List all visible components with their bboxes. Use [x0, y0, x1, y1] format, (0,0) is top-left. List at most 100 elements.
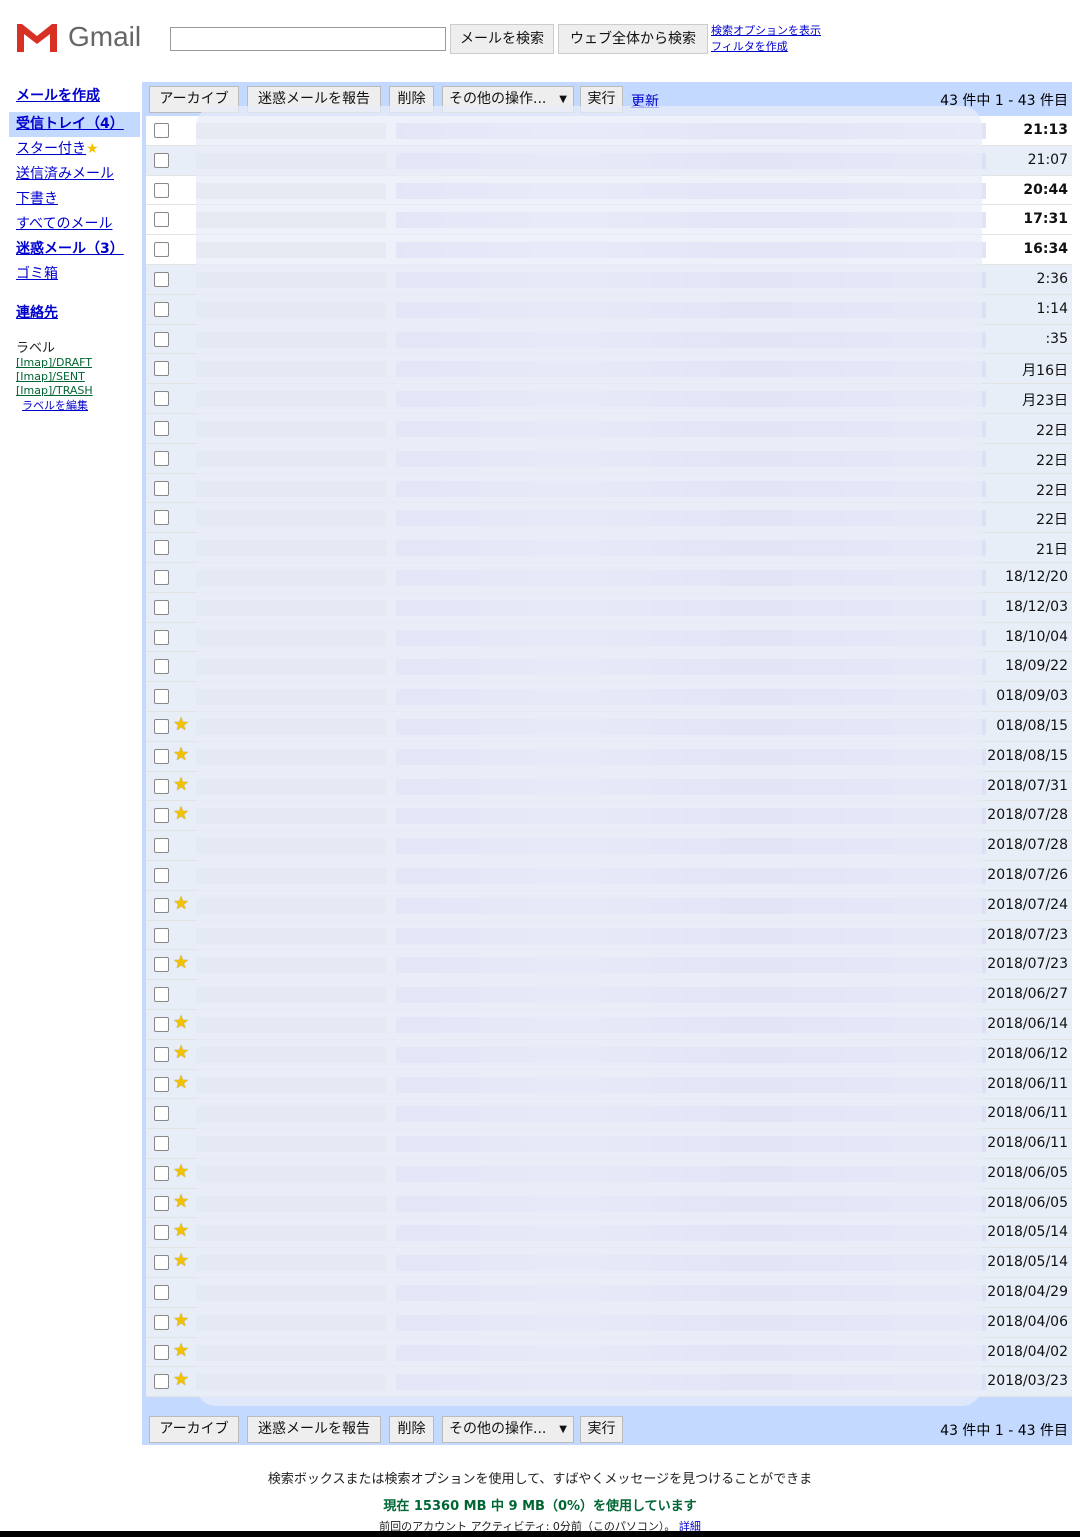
select-checkbox[interactable] — [154, 450, 169, 466]
email-row[interactable]: 2018/06/11 — [146, 1129, 1072, 1159]
email-row[interactable]: 2018/07/23 — [146, 920, 1072, 951]
sidebar-item-starred[interactable]: スター付き — [16, 141, 86, 157]
email-row[interactable]: 18/10/04 — [146, 622, 1072, 653]
select-checkbox[interactable] — [154, 123, 169, 138]
select-checkbox[interactable] — [154, 1255, 169, 1271]
label-imap-trash[interactable]: [Imap]/TRASH — [0, 384, 140, 398]
select-checkbox[interactable] — [154, 867, 169, 883]
email-row[interactable]: 018/09/03 — [146, 682, 1072, 712]
star-icon[interactable]: ★ — [173, 1310, 189, 1331]
select-checkbox[interactable] — [154, 1344, 169, 1360]
select-checkbox[interactable] — [154, 748, 169, 764]
report-spam-button[interactable]: 迷惑メールを報告 — [247, 86, 381, 113]
select-checkbox[interactable] — [154, 1165, 169, 1181]
more-actions-select-bottom[interactable]: その他の操作... ▼ — [442, 1416, 574, 1443]
select-checkbox[interactable] — [154, 361, 169, 377]
email-row[interactable]: ★ 2018/07/28 — [146, 801, 1072, 832]
email-row[interactable]: 2018/04/29 — [146, 1278, 1072, 1308]
search-mail-button[interactable]: メールを検索 — [450, 24, 554, 54]
select-checkbox[interactable] — [154, 808, 169, 824]
email-row[interactable]: 2018/07/26 — [146, 860, 1072, 891]
select-checkbox[interactable] — [154, 1046, 169, 1062]
delete-button[interactable]: 削除 — [389, 86, 434, 113]
email-row[interactable]: ★ 2018/06/14 — [146, 1009, 1072, 1040]
email-row[interactable]: ★ 2018/04/06 — [146, 1307, 1072, 1338]
select-checkbox[interactable] — [154, 778, 169, 794]
sidebar-item-spam[interactable]: 迷惑メール（3） — [0, 237, 140, 262]
email-row[interactable]: 21:07 — [146, 145, 1072, 176]
email-row[interactable]: 2018/07/28 — [146, 831, 1072, 861]
email-row[interactable]: ★ 2018/08/15 — [146, 741, 1072, 772]
email-row[interactable]: 17:31 — [146, 205, 1072, 236]
star-icon[interactable]: ★ — [173, 1191, 189, 1212]
email-row[interactable]: ★ 2018/07/24 — [146, 890, 1072, 921]
email-row[interactable]: ★ 2018/07/31 — [146, 771, 1072, 802]
email-row[interactable]: ★ 2018/03/23 — [146, 1367, 1072, 1398]
select-checkbox[interactable] — [154, 957, 169, 973]
select-checkbox[interactable] — [154, 987, 169, 1003]
email-row[interactable]: 22日 — [146, 473, 1072, 504]
star-icon[interactable]: ★ — [173, 804, 189, 824]
sidebar-item-sent[interactable]: 送信済みメール — [0, 162, 140, 187]
select-checkbox[interactable] — [154, 1195, 169, 1211]
star-icon[interactable]: ★ — [173, 1221, 189, 1241]
report-spam-button-bottom[interactable]: 迷惑メールを報告 — [247, 1416, 381, 1443]
select-checkbox[interactable] — [154, 718, 169, 734]
star-icon[interactable]: ★ — [173, 1251, 189, 1271]
select-checkbox[interactable] — [154, 1314, 169, 1330]
star-icon[interactable]: ★ — [173, 744, 189, 765]
gmail-logo[interactable]: Gmail — [14, 20, 141, 54]
select-checkbox[interactable] — [154, 1016, 169, 1032]
search-options-link[interactable]: 検索オプションを表示 — [711, 23, 821, 39]
email-row[interactable]: 2:36 — [146, 264, 1072, 295]
sidebar-item-drafts[interactable]: 下書き — [0, 187, 140, 212]
select-checkbox[interactable] — [154, 689, 169, 705]
archive-button[interactable]: アーカイブ — [149, 86, 239, 113]
star-icon[interactable]: ★ — [173, 1072, 189, 1093]
select-checkbox[interactable] — [154, 1285, 169, 1301]
select-checkbox[interactable] — [154, 897, 169, 913]
select-checkbox[interactable] — [154, 182, 169, 198]
select-checkbox[interactable] — [154, 838, 169, 854]
email-row[interactable]: 20:44 — [146, 175, 1072, 206]
email-row[interactable]: 21日 — [146, 533, 1072, 563]
star-icon[interactable]: ★ — [173, 1340, 189, 1361]
star-icon[interactable]: ★ — [173, 953, 189, 973]
star-icon[interactable]: ★ — [173, 714, 189, 735]
select-checkbox[interactable] — [154, 152, 169, 168]
email-row[interactable]: ★ 2018/05/14 — [146, 1218, 1072, 1249]
select-checkbox[interactable] — [154, 1106, 169, 1122]
star-icon[interactable]: ★ — [173, 774, 189, 795]
select-checkbox[interactable] — [154, 599, 169, 615]
search-input[interactable] — [170, 27, 446, 51]
email-row[interactable]: ★ 2018/04/02 — [146, 1337, 1072, 1368]
search-web-button[interactable]: ウェブ全体から検索 — [558, 24, 708, 54]
email-row[interactable]: ★ 2018/06/05 — [146, 1188, 1072, 1219]
create-filter-link[interactable]: フィルタを作成 — [711, 39, 821, 55]
select-checkbox[interactable] — [154, 569, 169, 585]
email-row[interactable]: ★ 2018/06/11 — [146, 1069, 1072, 1100]
select-checkbox[interactable] — [154, 301, 169, 317]
email-row[interactable]: ★ 2018/05/14 — [146, 1248, 1072, 1279]
star-icon[interactable]: ★ — [173, 1012, 189, 1033]
select-checkbox[interactable] — [154, 927, 169, 943]
sidebar-item-all-mail[interactable]: すべてのメール — [0, 212, 140, 237]
label-imap-draft[interactable]: [Imap]/DRAFT — [0, 356, 140, 370]
email-row[interactable]: 2018/06/27 — [146, 980, 1072, 1010]
email-row[interactable]: 2018/06/11 — [146, 1099, 1072, 1130]
label-imap-sent[interactable]: [Imap]/SENT — [0, 370, 140, 384]
star-icon[interactable]: ★ — [173, 893, 189, 914]
select-checkbox[interactable] — [154, 629, 169, 645]
select-checkbox[interactable] — [154, 480, 169, 496]
email-row[interactable]: 18/09/22 — [146, 652, 1072, 683]
email-row[interactable]: 月23日 — [146, 384, 1072, 414]
select-checkbox[interactable] — [154, 271, 169, 287]
more-actions-select[interactable]: その他の操作... ▼ — [442, 86, 574, 113]
email-row[interactable]: 18/12/03 — [146, 592, 1072, 623]
email-row[interactable]: 月16日 — [146, 354, 1072, 385]
select-checkbox[interactable] — [154, 1136, 169, 1152]
sidebar-item-contacts[interactable]: 連絡先 — [0, 301, 140, 325]
star-icon[interactable]: ★ — [173, 1161, 189, 1182]
star-icon[interactable]: ★ — [173, 1042, 189, 1063]
select-checkbox[interactable] — [154, 1225, 169, 1241]
